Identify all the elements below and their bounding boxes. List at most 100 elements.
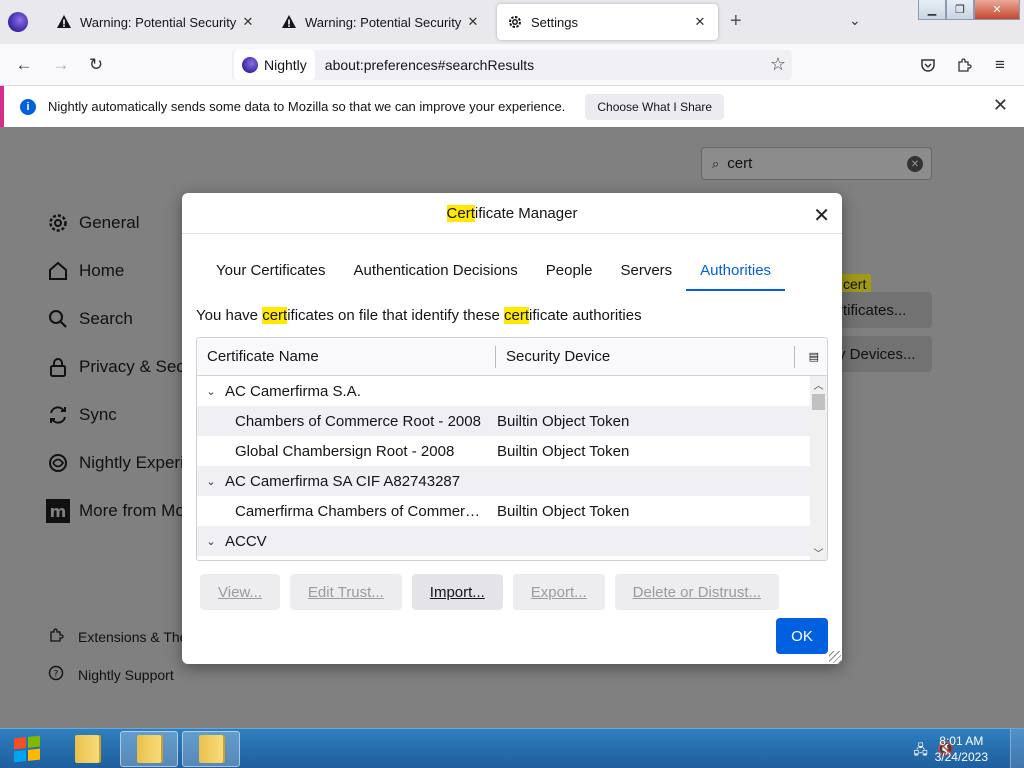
certificate-tree[interactable]: Certificate Name Security Device ▤ ⌄ AC … (196, 337, 828, 561)
tab-security-warning-2[interactable]: Warning: Potential Security Risk Ahead ✕ (271, 4, 491, 40)
tree-cert-row[interactable]: Camerfirma Chambers of Commerce ... Buil… (197, 496, 810, 526)
show-desktop-button[interactable] (1010, 729, 1024, 768)
taskbar-explorer-3[interactable] (182, 731, 240, 767)
info-icon: i (20, 98, 36, 115)
sync-icon (46, 403, 70, 427)
gear-icon (46, 211, 70, 235)
tab-people[interactable]: People (532, 251, 607, 291)
dialog-close-icon[interactable]: ✕ (813, 203, 830, 228)
footer-nightly-support[interactable]: ? Nightly Support (48, 665, 174, 685)
chevron-down-icon[interactable]: ⌄ (203, 475, 219, 488)
tree-cert-row[interactable]: Chambers of Commerce Root - 2008 Builtin… (197, 406, 810, 436)
bookmark-star-icon[interactable]: ☆ (770, 54, 786, 75)
network-icon[interactable]: 🖧 (913, 741, 928, 763)
settings-search-input[interactable]: ⌕ cert ✕ (701, 147, 932, 180)
column-picker-icon[interactable]: ▤ (809, 350, 819, 363)
resize-grip-icon[interactable] (829, 651, 841, 663)
clear-search-icon[interactable]: ✕ (907, 156, 923, 172)
hamburger-menu-icon[interactable]: ≡ (990, 55, 1010, 75)
group-name: AC Camerfirma S.A. (225, 382, 361, 400)
tab-close-icon[interactable]: ✕ (692, 14, 708, 30)
taskbar-clock[interactable]: 8:01 AM 3/24/2023 (935, 733, 988, 765)
tab-authentication-decisions[interactable]: Authentication Decisions (340, 251, 532, 291)
export-button[interactable]: Export... (512, 574, 605, 610)
security-devices-button[interactable]: y Devices... (838, 336, 932, 372)
column-splitter[interactable] (495, 346, 496, 368)
identity-box[interactable]: Nightly (234, 50, 315, 80)
category-home[interactable]: Home (46, 259, 124, 283)
scroll-down-icon[interactable]: ﹀ (810, 544, 827, 560)
pocket-icon[interactable] (918, 55, 938, 75)
minimize-icon[interactable]: ▁ (918, 0, 946, 20)
tab-security-warning-1[interactable]: Warning: Potential Security Risk Ahead ✕ (46, 4, 266, 40)
footer-label: Extensions & The (78, 629, 188, 645)
footer-extensions-themes[interactable]: Extensions & The (48, 627, 187, 647)
view-certificates-button[interactable]: rtificates... (838, 292, 932, 328)
reload-icon[interactable]: ↻ (86, 55, 106, 75)
taskbar: 🖧 🔇 8:01 AM 3/24/2023 (0, 728, 1024, 768)
notification-close-icon[interactable]: ✕ (993, 95, 1008, 116)
category-search[interactable]: Search (46, 307, 133, 331)
start-button[interactable] (6, 732, 48, 766)
delete-or-distrust-button[interactable]: Delete or Distrust... (614, 574, 780, 610)
list-all-tabs-chevron-icon[interactable]: ⌄ (849, 12, 861, 29)
tab-close-icon[interactable]: ✕ (465, 14, 481, 30)
back-arrow-icon[interactable]: ← (14, 55, 34, 75)
column-certificate-name[interactable]: Certificate Name (207, 348, 319, 365)
tree-group-row[interactable]: ⌄ ACCV (197, 526, 810, 556)
data-reporting-notification: i Nightly automatically sends some data … (0, 86, 1024, 127)
edit-trust-button[interactable]: Edit Trust... (289, 574, 402, 610)
dialog-title: Cert ificate Manager (182, 193, 842, 234)
tree-group-row[interactable]: ⌄ AC Camerfirma SA CIF A82743287 (197, 466, 810, 496)
tab-close-icon[interactable]: ✕ (240, 14, 256, 30)
url-bar[interactable]: Nightly about:preferences#searchResults … (232, 50, 792, 80)
warning-icon (56, 14, 72, 30)
mozilla-icon: m (46, 499, 70, 523)
url-text[interactable]: about:preferences#searchResults (325, 57, 534, 73)
tab-servers[interactable]: Servers (606, 251, 686, 291)
footer-label: Nightly Support (78, 667, 174, 683)
tree-cert-row[interactable]: Global Chambersign Root - 2008 Builtin O… (197, 436, 810, 466)
restore-icon[interactable]: ❐ (946, 0, 974, 20)
tab-authorities[interactable]: Authorities (686, 251, 786, 291)
group-name: AC Camerfirma SA CIF A82743287 (225, 472, 461, 490)
taskbar-explorer-2[interactable] (120, 731, 178, 767)
search-match-badge: cert (838, 274, 872, 294)
svg-text:m: m (50, 502, 67, 521)
scroll-up-icon[interactable]: ︿ (810, 376, 827, 392)
tab-your-certificates[interactable]: Your Certificates (202, 251, 340, 291)
tab-settings[interactable]: Settings ✕ (497, 4, 718, 40)
category-sync[interactable]: Sync (46, 403, 117, 427)
category-label: Privacy & Secu (79, 357, 195, 376)
extensions-puzzle-icon[interactable] (954, 55, 974, 75)
taskbar-explorer-1[interactable] (58, 731, 116, 767)
nightly-menu-icon[interactable] (8, 12, 28, 32)
window-close-icon[interactable]: ✕ (974, 0, 1020, 20)
view-button[interactable]: View... (200, 574, 280, 610)
import-button[interactable]: Import... (411, 574, 503, 610)
new-tab-plus-icon[interactable]: + (730, 10, 742, 33)
category-privacy-security[interactable]: Privacy & Secu (46, 355, 194, 379)
cert-device: Builtin Object Token (497, 412, 630, 430)
tree-group-row[interactable]: ⌄ AC Camerfirma S.A. (197, 376, 810, 406)
clock-date: 3/24/2023 (934, 750, 988, 764)
search-icon: ⌕ (712, 155, 720, 171)
forward-arrow-icon[interactable]: → (51, 55, 71, 75)
ok-button[interactable]: OK (776, 618, 828, 654)
window-controls: ▁ ❐ ✕ (918, 0, 1020, 20)
chevron-down-icon[interactable]: ⌄ (203, 535, 219, 548)
choose-what-i-share-button[interactable]: Choose What I Share (585, 93, 725, 120)
navigation-toolbar: ← → ↻ Nightly about:preferences#searchRe… (0, 44, 1024, 86)
category-general[interactable]: General (46, 211, 139, 235)
chevron-down-icon[interactable]: ⌄ (203, 385, 219, 398)
tab-title: Warning: Potential Security Risk Ahead (80, 14, 240, 30)
scroll-thumb[interactable] (812, 394, 825, 410)
column-splitter[interactable] (794, 346, 795, 368)
authorities-description: You have certificates on file that ident… (196, 307, 642, 324)
category-nightly-experiments[interactable]: Nightly Experin (46, 451, 193, 475)
cert-device: Builtin Object Token (497, 442, 630, 460)
category-more-from-mozilla[interactable]: m More from Mo (46, 499, 185, 523)
tree-scrollbar[interactable]: ︿ ﹀ (810, 376, 827, 560)
cert-device: Builtin Object Token (497, 502, 630, 520)
column-security-device[interactable]: Security Device (506, 348, 610, 365)
